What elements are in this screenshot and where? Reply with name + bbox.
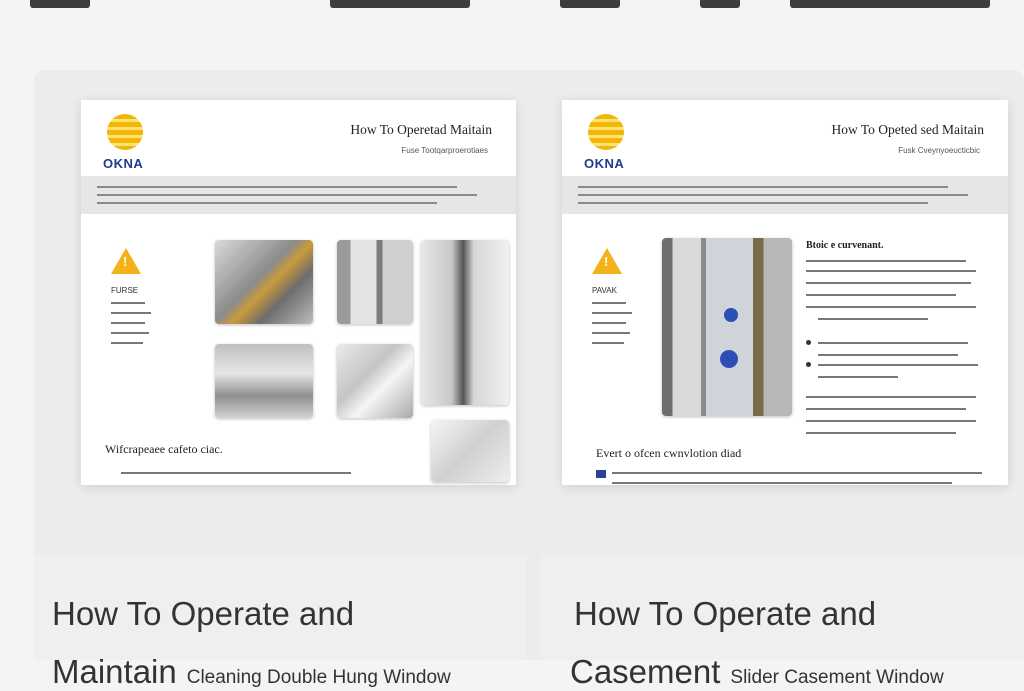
photo-window-unit	[337, 344, 413, 418]
document-footer-heading: Wifcrapeaee cafeto ciac.	[105, 442, 223, 456]
warning-icon: !	[111, 248, 141, 274]
document-footer-heading: Evert o ofcen cwnvlotion diad	[596, 446, 742, 460]
document-subtitle: Fuse Tootqarproerotiaes	[401, 146, 488, 155]
photo-window-frame	[337, 240, 413, 324]
warning-label: PAVAK	[592, 286, 617, 295]
document-title: How To Operetad Maitain	[350, 122, 492, 137]
card-caption[interactable]: How To Operate and Casement Slider Caseme…	[540, 555, 1024, 690]
okna-logo: OKNA	[584, 114, 628, 171]
handle-marker-icon	[720, 350, 738, 368]
guide-card-double-hung[interactable]: OKNA How To Operetad Maitain Fuse Tootqa…	[34, 70, 526, 690]
sun-logo-icon	[107, 114, 143, 150]
bullet-icon	[806, 340, 811, 345]
caption-line-2: Maintain Cleaning Double Hung Window	[52, 653, 451, 691]
caption-subtitle: Slider Casement Window	[730, 667, 944, 688]
caption-line-1: How To Operate and	[574, 595, 877, 632]
caption-title-word: Casement	[570, 653, 721, 690]
caption-line-2: Casement Slider Casement Window	[570, 653, 944, 691]
intro-text-band	[562, 176, 1008, 214]
warning-icon: !	[592, 248, 622, 274]
section-heading: Btoic e curvenant.	[806, 240, 884, 251]
warning-label: FURSE	[111, 286, 139, 295]
caption-title-word: Maintain	[52, 653, 177, 690]
photo-window-latch	[215, 240, 313, 324]
document-preview[interactable]: OKNA How To Operetad Maitain Fuse Tootqa…	[81, 100, 516, 485]
photo-person-cleaning	[421, 240, 509, 405]
handle-marker-icon	[724, 308, 738, 322]
photo-cleaning-tools	[431, 420, 509, 482]
card-caption[interactable]: How To Operate and Maintain Cleaning Doub…	[34, 555, 526, 690]
photo-sill-cleaning	[215, 344, 313, 418]
document-subtitle: Fusk Cveynyoeucticbic	[898, 146, 980, 155]
caption-line-1: How To Operate and	[52, 595, 355, 632]
guide-card-casement[interactable]: OKNA How To Opeted sed Maitain Fusk Cvey…	[540, 70, 1024, 690]
sun-logo-icon	[588, 114, 624, 150]
photo-casement-window	[662, 238, 792, 416]
bullet-icon	[806, 362, 811, 367]
intro-text-band	[81, 176, 516, 214]
document-title: How To Opeted sed Maitain	[831, 122, 984, 137]
top-heading-fragment	[0, 0, 1024, 14]
document-preview[interactable]: OKNA How To Opeted sed Maitain Fusk Cvey…	[562, 100, 1008, 485]
note-marker-icon	[596, 470, 606, 478]
caption-subtitle: Cleaning Double Hung Window	[186, 667, 451, 688]
okna-logo: OKNA	[103, 114, 147, 171]
